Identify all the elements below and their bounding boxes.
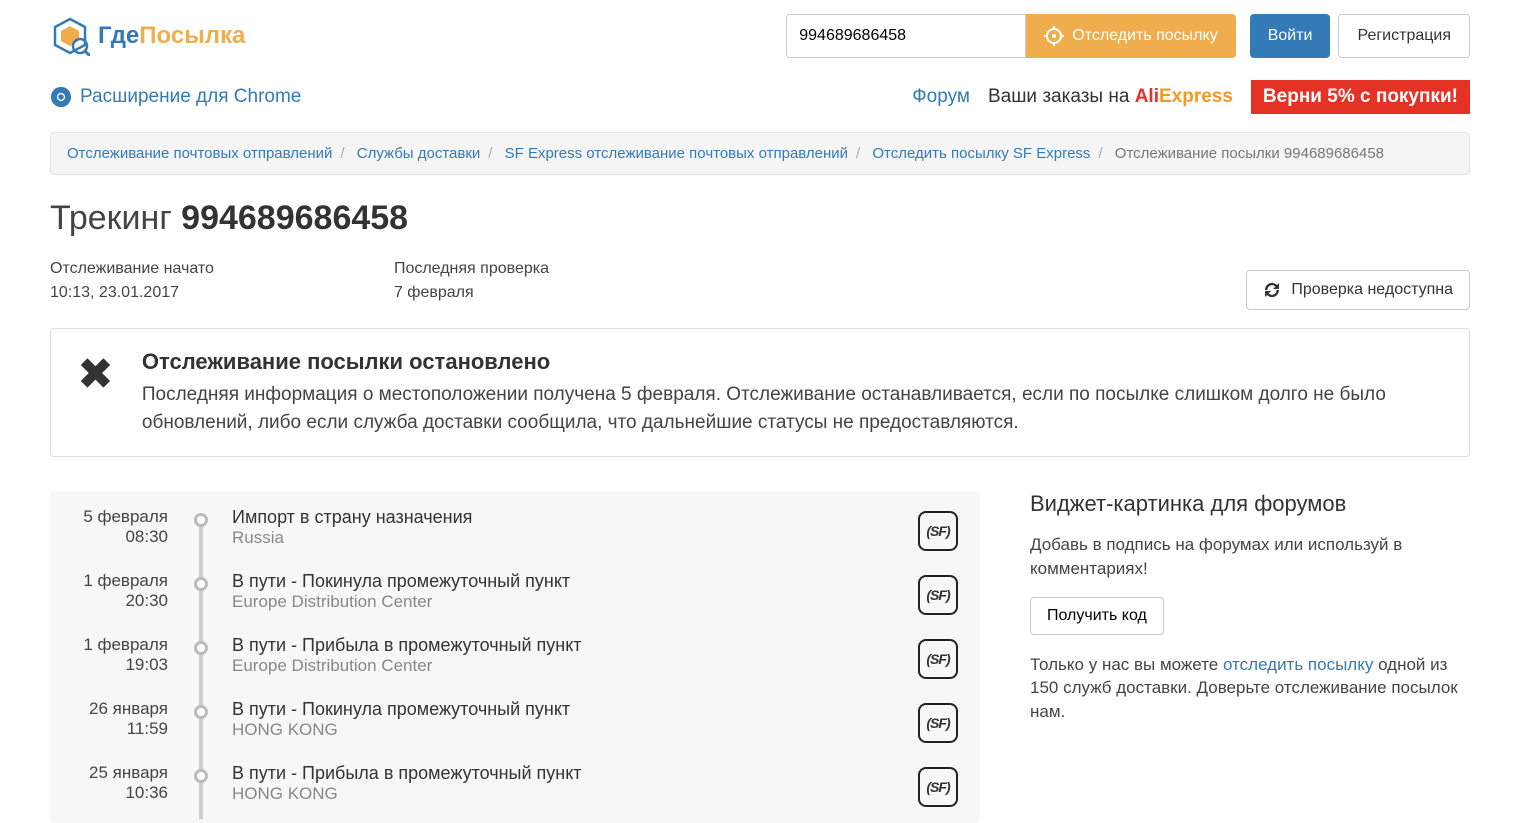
refresh-icon	[1263, 281, 1281, 299]
title-prefix: Трекинг	[50, 199, 181, 237]
track-package-link[interactable]: отследить посылку	[1223, 655, 1373, 674]
timeline-item: 1 февраля20:30 В пути - Покинула промежу…	[50, 561, 962, 625]
ali-brand-1: Ali	[1135, 86, 1159, 107]
event-date: 1 февраля19:03	[50, 635, 192, 679]
widget-desc: Добавь в подпись на форумах или использу…	[1030, 533, 1470, 581]
event-title: В пути - Прибыла в промежуточный пункт	[232, 635, 914, 656]
widget-footer: Только у нас вы можете отследить посылку…	[1030, 653, 1470, 724]
widget-title: Виджет-картинка для форумов	[1030, 491, 1470, 517]
tracking-input[interactable]	[786, 14, 1026, 58]
event-location: Russia	[232, 528, 914, 548]
sf-express-icon: (SF)	[918, 639, 958, 679]
event-location: HONG KONG	[232, 720, 914, 740]
logo-icon	[50, 16, 90, 56]
breadcrumb-current: Отслеживание посылки 994689686458	[1115, 145, 1384, 162]
logo[interactable]: ГдеПосылка	[50, 16, 245, 56]
aliexpress-link[interactable]: Ваши заказы на AliExpress	[988, 86, 1233, 108]
timeline-item: 25 января10:36 В пути - Прибыла в промеж…	[50, 753, 962, 817]
logo-text-2: Посылка	[139, 22, 245, 49]
breadcrumb-link[interactable]: SF Express отслеживание почтовых отправл…	[505, 145, 848, 162]
timeline-dot-icon	[194, 513, 208, 527]
cashback-button[interactable]: Верни 5% с покупки!	[1251, 80, 1470, 114]
last-check-value: 7 февраля	[394, 284, 549, 302]
target-icon	[1044, 26, 1064, 46]
login-button[interactable]: Войти	[1250, 14, 1331, 58]
logo-text-1: Где	[98, 22, 139, 49]
event-location: Europe Distribution Center	[232, 656, 914, 676]
tracking-stopped-alert: ✖ Отслеживание посылки остановлено После…	[50, 328, 1470, 457]
chrome-icon	[50, 86, 72, 108]
event-location: HONG KONG	[232, 784, 914, 804]
event-date: 26 января11:59	[50, 699, 192, 743]
alert-title: Отслеживание посылки остановлено	[142, 349, 1443, 375]
event-title: Импорт в страну назначения	[232, 507, 914, 528]
get-code-button[interactable]: Получить код	[1030, 597, 1164, 635]
event-title: В пути - Покинула промежуточный пункт	[232, 699, 914, 720]
sf-express-icon: (SF)	[918, 767, 958, 807]
check-button-label: Проверка недоступна	[1291, 281, 1453, 299]
timeline-dot-icon	[194, 705, 208, 719]
timeline-dot-icon	[194, 641, 208, 655]
chrome-extension-link[interactable]: Расширение для Chrome	[50, 86, 301, 108]
tracking-started-label: Отслеживание начато	[50, 260, 214, 278]
event-date: 25 января10:36	[50, 763, 192, 807]
breadcrumb-link[interactable]: Отследить посылку SF Express	[872, 145, 1090, 162]
check-unavailable-button[interactable]: Проверка недоступна	[1246, 270, 1470, 310]
timeline-item: 1 февраля19:03 В пути - Прибыла в промеж…	[50, 625, 962, 689]
track-button[interactable]: Отследить посылку	[1026, 14, 1235, 58]
breadcrumb-link[interactable]: Отслеживание почтовых отправлений	[67, 145, 332, 162]
ali-label: Ваши заказы на	[988, 86, 1135, 107]
sf-express-icon: (SF)	[918, 575, 958, 615]
track-button-label: Отследить посылку	[1072, 27, 1217, 45]
timeline-dot-icon	[194, 577, 208, 591]
ali-brand-2: Express	[1159, 86, 1233, 107]
sf-express-icon: (SF)	[918, 511, 958, 551]
event-date: 5 февраля08:30	[50, 507, 192, 551]
event-date: 1 февраля20:30	[50, 571, 192, 615]
last-check-label: Последняя проверка	[394, 260, 549, 278]
alert-body: Последняя информация о местоположении по…	[142, 381, 1443, 436]
event-title: В пути - Покинула промежуточный пункт	[232, 571, 914, 592]
timeline-dot-icon	[194, 769, 208, 783]
event-location: Europe Distribution Center	[232, 592, 914, 612]
timeline-item: 26 января11:59 В пути - Покинула промежу…	[50, 689, 962, 753]
page-title: Трекинг 994689686458	[50, 199, 1470, 238]
tracking-timeline: 5 февраля08:30 Импорт в страну назначени…	[50, 491, 980, 823]
tracking-started-value: 10:13, 23.01.2017	[50, 284, 214, 302]
tracking-number: 994689686458	[181, 199, 408, 237]
register-button[interactable]: Регистрация	[1338, 14, 1470, 58]
sf-express-icon: (SF)	[918, 703, 958, 743]
breadcrumb-link[interactable]: Службы доставки	[357, 145, 481, 162]
forum-link[interactable]: Форум	[912, 86, 970, 108]
event-title: В пути - Прибыла в промежуточный пункт	[232, 763, 914, 784]
chrome-extension-label: Расширение для Chrome	[80, 86, 301, 108]
close-icon: ✖	[77, 353, 114, 436]
timeline-item: 5 февраля08:30 Импорт в страну назначени…	[50, 497, 962, 561]
breadcrumb: Отслеживание почтовых отправлений/ Служб…	[50, 132, 1470, 175]
